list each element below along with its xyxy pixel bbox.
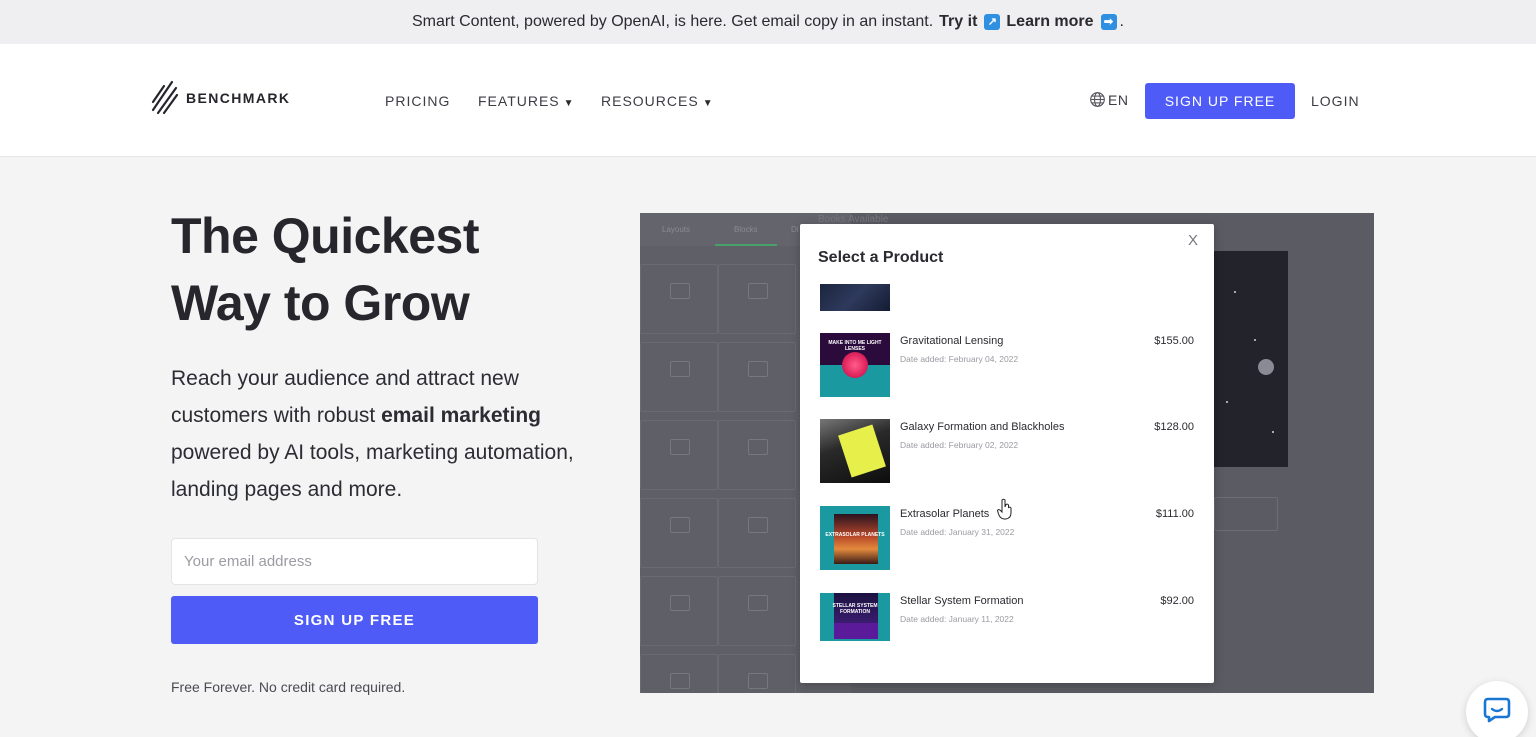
block-tile <box>640 342 718 412</box>
hero-title-line2: Way to Grow <box>171 275 470 331</box>
block-tile <box>718 342 796 412</box>
product-item[interactable]: Galaxy Formation and Blackholes Date add… <box>800 419 1214 499</box>
cover-image <box>834 514 878 564</box>
cover-text: MAKE INTO ME LIGHT LENSES <box>828 340 882 352</box>
nav-pricing-label: PRICING <box>385 93 451 109</box>
announcement-bar: Smart Content, powered by OpenAI, is her… <box>0 0 1536 44</box>
chevron-down-icon: ▼ <box>702 98 714 109</box>
product-thumbnail <box>820 419 890 483</box>
nav-pricing[interactable]: PRICING <box>385 93 450 109</box>
star-shape <box>1234 291 1236 293</box>
chevron-down-icon: ▼ <box>563 98 575 109</box>
cover-text: EXTRASOLAR PLANETS <box>825 532 885 538</box>
star-shape <box>1254 339 1256 341</box>
hero-subtitle-post: powered by AI tools, marketing automatio… <box>171 441 574 501</box>
cover-image-lower <box>834 623 878 639</box>
block-tile <box>640 498 718 568</box>
select-product-modal: Select a Product X MAKE INTO ME LIGHT LE… <box>800 224 1214 683</box>
block-tile <box>718 264 796 334</box>
announcement-period: . <box>1119 13 1124 30</box>
product-item[interactable]: STELLAR SYSTEM FORMATION Stellar System … <box>800 593 1214 673</box>
product-item[interactable]: MAKE INTO ME LIGHT LENSES Gravitational … <box>800 333 1214 413</box>
modal-title: Select a Product <box>818 249 944 266</box>
globe-icon <box>1090 92 1105 107</box>
product-thumbnail: STELLAR SYSTEM FORMATION <box>820 593 890 641</box>
hand-cursor-icon <box>996 498 1012 520</box>
nav-signup-button[interactable]: SIGN UP FREE <box>1145 83 1295 119</box>
product-name: Galaxy Formation and Blackholes <box>900 421 1065 433</box>
product-name: Stellar System Formation <box>900 595 1024 607</box>
nav-resources-label: RESOURCES <box>601 93 699 109</box>
nav-features[interactable]: FEATURES ▼ <box>478 93 575 109</box>
nav-resources[interactable]: RESOURCES ▼ <box>601 93 714 109</box>
hero-title-line1: The Quickest <box>171 208 480 264</box>
star-shape <box>1272 431 1274 433</box>
language-label: EN <box>1108 91 1129 108</box>
block-tile <box>718 654 796 693</box>
block-tile <box>640 654 718 693</box>
product-date: Date added: February 04, 2022 <box>900 354 1019 364</box>
planet-shape <box>1258 359 1274 375</box>
hero-subtitle-bold: email marketing <box>381 404 541 427</box>
placeholder-box <box>1214 497 1278 531</box>
editor-tab-blocks: Blocks <box>734 225 758 234</box>
block-tile <box>640 264 718 334</box>
product-thumbnail: EXTRASOLAR PLANETS <box>820 506 890 570</box>
product-price: $111.00 <box>1155 508 1194 520</box>
hero-signup-button[interactable]: SIGN UP FREE <box>171 596 538 644</box>
announcement-text: Smart Content, powered by OpenAI, is her… <box>412 13 934 30</box>
product-date: Date added: January 11, 2022 <box>900 614 1014 624</box>
product-price: $155.00 <box>1154 335 1194 347</box>
hero-note: Free Forever. No credit card required. <box>171 679 406 695</box>
editor-tab-other: Di <box>791 225 799 234</box>
chat-icon <box>1483 697 1511 723</box>
email-input[interactable] <box>171 538 538 585</box>
star-shape <box>1226 401 1228 403</box>
close-icon[interactable]: X <box>1188 232 1198 249</box>
product-name: Gravitational Lensing <box>900 335 1004 347</box>
product-price: $92.00 <box>1160 595 1194 607</box>
learn-more-link[interactable]: Learn more <box>1006 13 1093 31</box>
block-tile <box>718 576 796 646</box>
product-name: Extrasolar Planets <box>900 508 990 520</box>
product-thumbnail-partial[interactable] <box>820 284 890 311</box>
nav-features-label: FEATURES <box>478 93 560 109</box>
block-tile <box>718 420 796 490</box>
hero-title: The Quickest Way to Grow <box>171 203 480 337</box>
brand-logo[interactable]: BENCHMARK <box>150 80 290 116</box>
product-thumbnail: MAKE INTO ME LIGHT LENSES <box>820 333 890 397</box>
benchmark-logo-icon <box>151 80 179 115</box>
cover-book <box>838 424 886 478</box>
try-it-link[interactable]: Try it <box>939 13 977 31</box>
product-price: $128.00 <box>1154 421 1194 433</box>
cover-text: STELLAR SYSTEM FORMATION <box>832 603 878 615</box>
product-date: Date added: January 31, 2022 <box>900 527 1015 537</box>
external-link-icon[interactable]: ↗ <box>984 14 1001 30</box>
hero-subtitle: Reach your audience and attract new cust… <box>171 360 591 508</box>
brand-name: BENCHMARK <box>186 90 291 106</box>
login-link[interactable]: LOGIN <box>1311 93 1360 109</box>
editor-tab-layouts: Layouts <box>662 225 691 234</box>
block-tile <box>718 498 796 568</box>
chat-widget-button[interactable] <box>1466 681 1528 737</box>
language-selector[interactable]: EN <box>1089 91 1128 108</box>
top-navbar: BENCHMARK PRICING FEATURES ▼ RESOURCES ▼ E… <box>0 44 1536 157</box>
cover-circle <box>842 352 868 378</box>
arrow-right-icon[interactable]: ➡ <box>1100 14 1117 30</box>
product-date: Date added: February 02, 2022 <box>900 440 1019 450</box>
space-image <box>1214 251 1288 467</box>
block-tile <box>640 576 718 646</box>
block-tile <box>640 420 718 490</box>
